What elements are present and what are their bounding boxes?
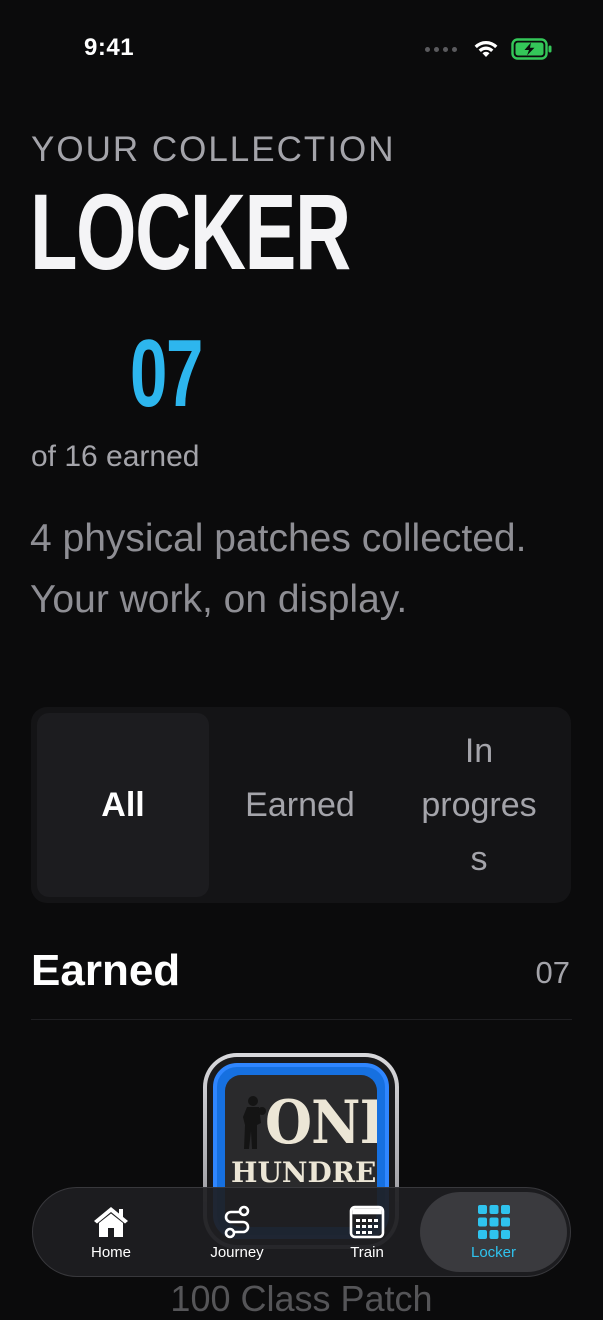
tab-train[interactable]: Train xyxy=(309,1192,425,1272)
status-bar: 9:41 xyxy=(0,0,603,96)
section-count: 07 xyxy=(535,955,570,990)
route-icon xyxy=(224,1205,250,1238)
earned-count-caption: of 16 earned xyxy=(31,440,200,473)
status-time: 9:41 xyxy=(84,34,135,61)
calendar-icon xyxy=(349,1205,385,1238)
tab-bar: Home Journey Train Locker xyxy=(32,1187,571,1277)
page-eyebrow: YOUR COLLECTION xyxy=(31,130,396,169)
wifi-icon xyxy=(474,41,498,57)
tab-journey[interactable]: Journey xyxy=(178,1192,296,1272)
patch-art-text-top: ONE xyxy=(265,1088,377,1158)
status-icons xyxy=(425,38,553,60)
section-divider xyxy=(31,1019,572,1020)
earned-count: 07 xyxy=(130,320,203,427)
boxer-icon xyxy=(243,1096,266,1149)
battery-charging-icon xyxy=(511,38,552,60)
cellular-signal-icon xyxy=(425,46,457,52)
filter-earned[interactable]: Earned xyxy=(225,713,375,897)
page-title: LOCKER xyxy=(30,171,351,292)
filter-all[interactable]: All xyxy=(37,713,209,897)
tab-home-label: Home xyxy=(90,1243,131,1261)
section-title: Earned xyxy=(31,946,181,995)
patch-label: 100 Class Patch xyxy=(170,1278,433,1319)
tab-locker[interactable]: Locker xyxy=(420,1192,567,1272)
patch-art-text-bottom: HUNDRED xyxy=(231,1156,377,1189)
tab-locker-label: Locker xyxy=(470,1243,517,1261)
grid-icon xyxy=(477,1204,510,1239)
collection-description: 4 physical patches collected. Your work,… xyxy=(30,517,527,621)
home-icon xyxy=(94,1206,128,1237)
tab-journey-label: Journey xyxy=(210,1243,264,1261)
tab-train-label: Train xyxy=(350,1243,384,1261)
filter-segmented-control: All Earned In progres s xyxy=(31,707,571,903)
filter-in-progress[interactable]: In progres s xyxy=(407,713,551,897)
tab-home[interactable]: Home xyxy=(53,1192,169,1272)
